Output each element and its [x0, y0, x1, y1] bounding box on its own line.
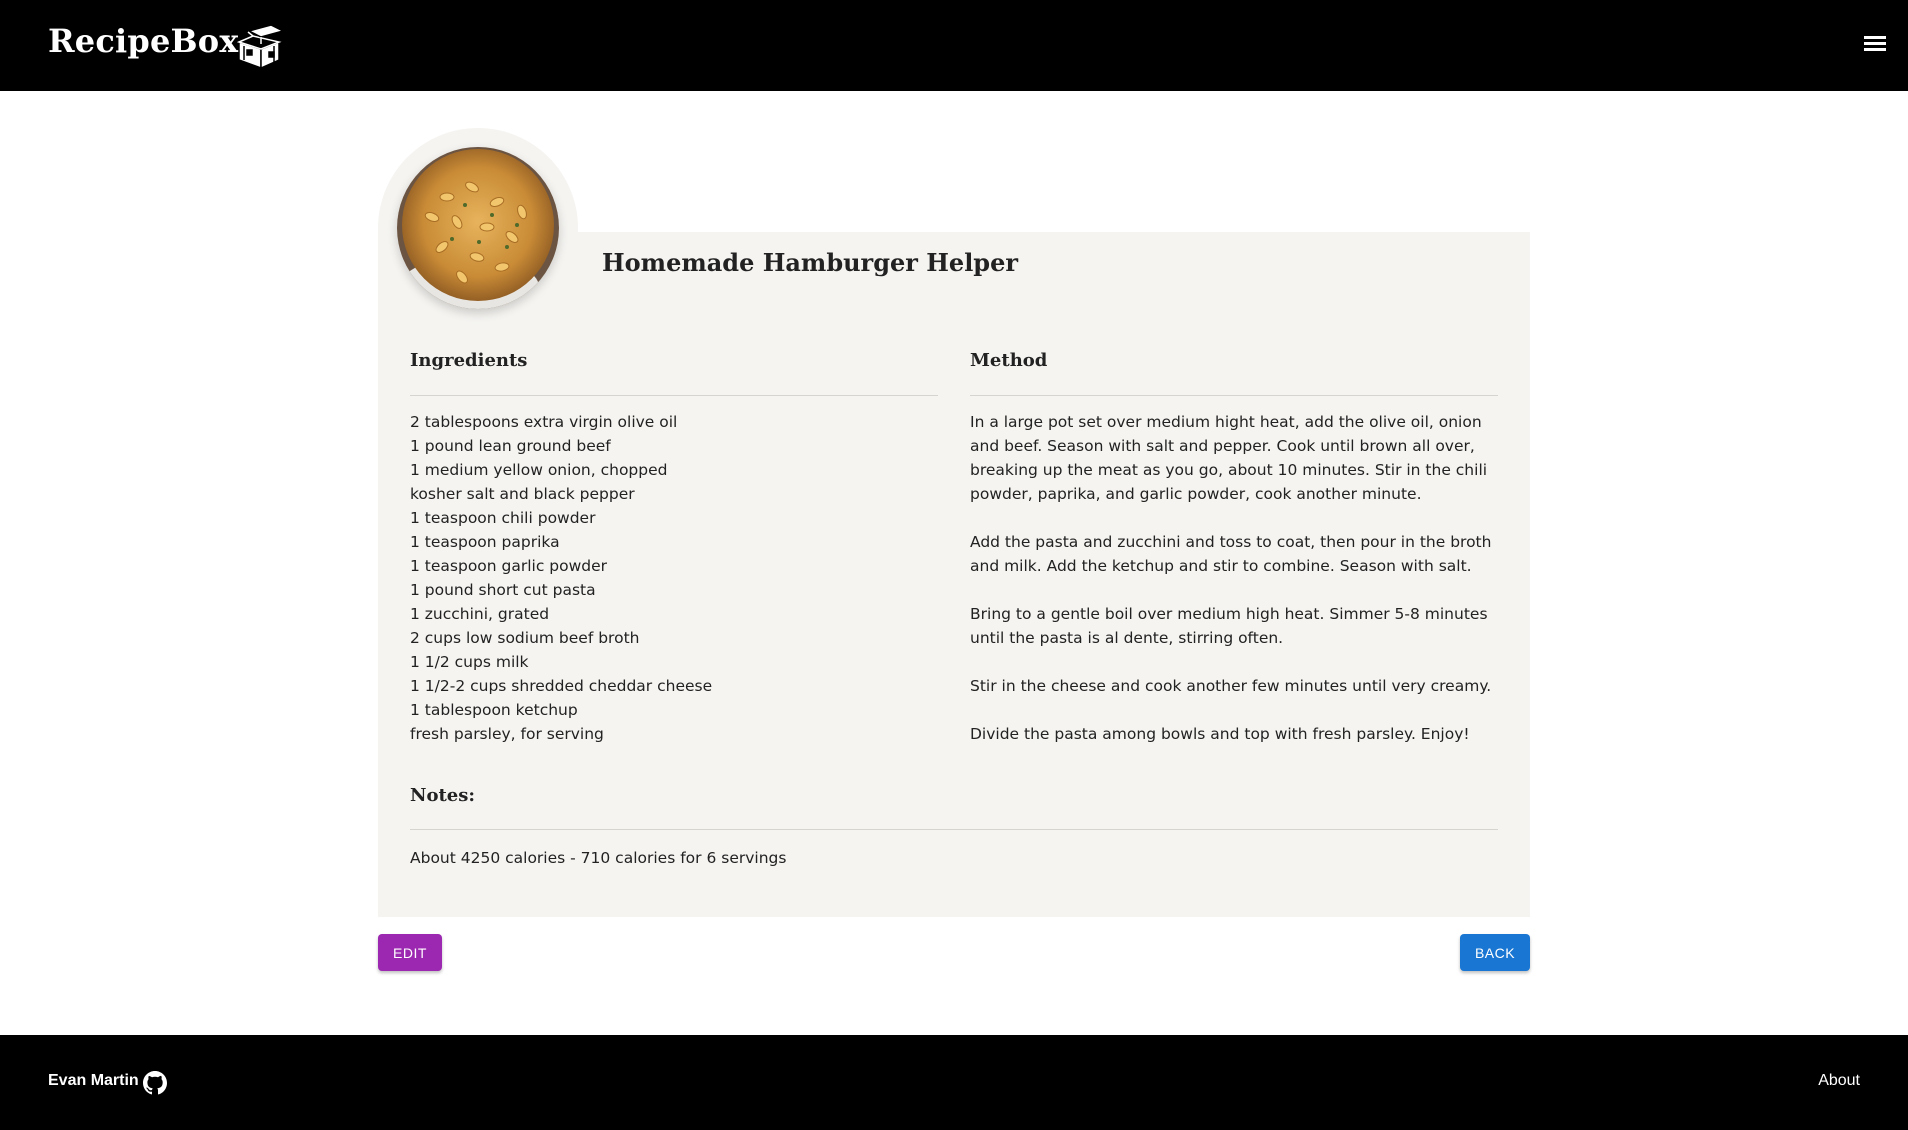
treasure-box-icon[interactable]: [235, 22, 287, 70]
ingredient-item: 1 teaspoon chili powder: [410, 509, 596, 527]
notes-divider: [410, 829, 1498, 830]
about-link[interactable]: About: [1818, 1072, 1860, 1090]
ingredients-divider: [410, 395, 938, 396]
ingredient-item: 1 1/2-2 cups shredded cheddar cheese: [410, 677, 713, 695]
top-app-bar: RecipeBox: [0, 0, 1908, 91]
back-button[interactable]: BACK: [1460, 934, 1530, 971]
ingredients-heading: Ingredients: [410, 350, 528, 371]
github-icon[interactable]: [143, 1071, 167, 1095]
hamburger-menu-icon[interactable]: [1862, 33, 1888, 59]
ingredient-item: fresh parsley, for serving: [410, 725, 604, 743]
author-name[interactable]: Evan Martin: [48, 1072, 139, 1090]
ingredient-item: 2 tablespoons extra virgin olive oil: [410, 413, 678, 431]
method-steps: In a large pot set over medium hight hea…: [970, 410, 1500, 770]
notes-heading: Notes:: [410, 785, 476, 806]
method-step: Stir in the cheese and cook another few …: [970, 677, 1492, 695]
ingredient-item: 2 cups low sodium beef broth: [410, 629, 640, 647]
method-step: Divide the pasta among bowls and top wit…: [970, 725, 1470, 743]
ingredients-list: 2 tablespoons extra virgin olive oil 1 p…: [410, 410, 930, 746]
method-step: Bring to a gentle boil over medium high …: [970, 605, 1488, 647]
ingredient-item: 1 zucchini, grated: [410, 605, 550, 623]
method-heading: Method: [970, 350, 1048, 371]
notes-text: About 4250 calories - 710 calories for 6…: [410, 849, 787, 867]
page-footer: Evan Martin About: [0, 1035, 1908, 1130]
brand-title[interactable]: RecipeBox: [48, 22, 239, 60]
ingredient-item: 1 pound lean ground beef: [410, 437, 611, 455]
ingredient-item: 1 teaspoon garlic powder: [410, 557, 608, 575]
ingredient-item: 1 pound short cut pasta: [410, 581, 596, 599]
method-divider: [970, 395, 1498, 396]
ingredient-item: kosher salt and black pepper: [410, 485, 635, 503]
ingredient-item: 1 1/2 cups milk: [410, 653, 529, 671]
ingredient-item: 1 tablespoon ketchup: [410, 701, 578, 719]
recipe-title: Homemade Hamburger Helper: [602, 248, 1019, 277]
ingredient-item: 1 medium yellow onion, chopped: [410, 461, 668, 479]
ingredient-item: 1 teaspoon paprika: [410, 533, 560, 551]
edit-button[interactable]: EDIT: [378, 934, 442, 971]
method-step: In a large pot set over medium hight hea…: [970, 413, 1488, 503]
pasta-dish-photo: [397, 147, 559, 309]
method-step: Add the pasta and zucchini and toss to c…: [970, 533, 1492, 575]
